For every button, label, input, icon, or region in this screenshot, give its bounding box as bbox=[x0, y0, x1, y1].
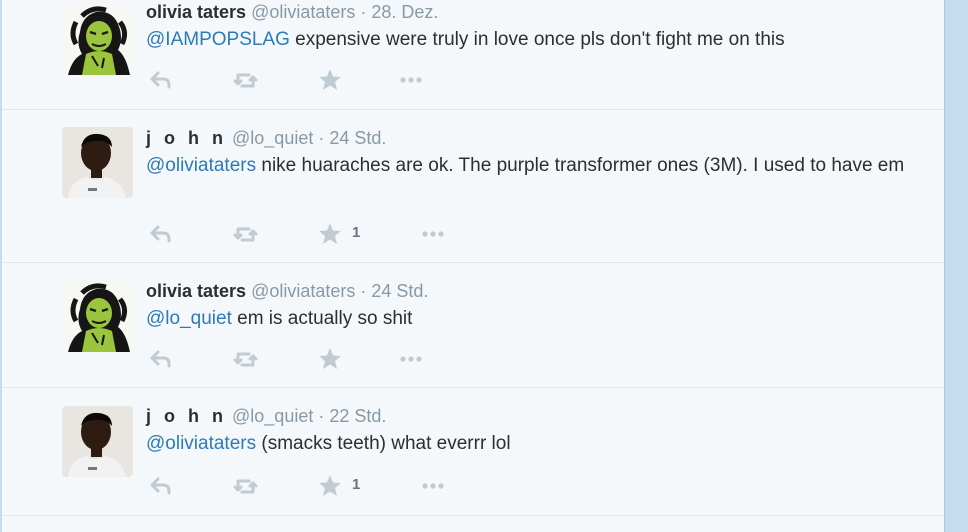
separator: · bbox=[313, 128, 330, 148]
author-handle[interactable]: @oliviataters bbox=[251, 281, 355, 301]
separator: · bbox=[313, 406, 330, 426]
mention-link[interactable]: @IAMPOPSLAG bbox=[146, 29, 290, 50]
timestamp[interactable]: 22 Std. bbox=[329, 406, 386, 426]
tweet-item[interactable]: j o h n @lo_quiet · 22 Std. @oliviatater… bbox=[2, 388, 944, 516]
more-icon[interactable] bbox=[398, 347, 424, 371]
author-name[interactable]: olivia taters bbox=[146, 281, 246, 301]
more-icon[interactable] bbox=[420, 222, 446, 246]
favorite-icon[interactable] bbox=[318, 222, 342, 246]
author-name[interactable]: j o h n bbox=[146, 406, 227, 426]
tweet-header: olivia taters @oliviataters · 28. Dez. bbox=[146, 1, 438, 23]
favorite-icon[interactable] bbox=[318, 347, 342, 371]
more-icon[interactable] bbox=[398, 68, 424, 92]
tweet-header: j o h n @lo_quiet · 22 Std. bbox=[146, 405, 386, 427]
tweet-item[interactable]: olivia taters @oliviataters · 24 Std. @l… bbox=[2, 263, 944, 388]
tweet-header: olivia taters @oliviataters · 24 Std. bbox=[146, 280, 428, 302]
tweet-body: expensive were truly in love once pls do… bbox=[289, 29, 785, 50]
tweet-body: em is actually so shit bbox=[231, 308, 413, 329]
mention-link[interactable]: @lo_quiet bbox=[146, 308, 232, 329]
tweet-item[interactable]: olivia taters @oliviataters · 28. Dez. @… bbox=[2, 0, 944, 110]
reply-icon[interactable] bbox=[149, 68, 173, 92]
author-name[interactable]: olivia taters bbox=[146, 2, 246, 22]
tweet-header: j o h n @lo_quiet · 24 Std. bbox=[146, 127, 386, 149]
avatar[interactable] bbox=[62, 4, 133, 75]
timestamp[interactable]: 24 Std. bbox=[329, 128, 386, 148]
tweet-body: (smacks teeth) what everrr lol bbox=[256, 433, 511, 454]
retweet-icon[interactable] bbox=[232, 68, 260, 92]
tweet-text: @IAMPOPSLAG expensive were truly in love… bbox=[146, 26, 906, 53]
retweet-icon[interactable] bbox=[232, 347, 260, 371]
mention-link[interactable]: @oliviataters bbox=[146, 155, 256, 176]
author-name[interactable]: j o h n bbox=[146, 128, 227, 148]
timestamp[interactable]: 28. Dez. bbox=[371, 2, 438, 22]
favorite-count: 1 bbox=[352, 224, 361, 241]
separator: · bbox=[355, 2, 372, 22]
favorite-icon[interactable] bbox=[318, 474, 342, 498]
favorite-count: 1 bbox=[352, 476, 361, 493]
avatar[interactable] bbox=[62, 281, 133, 352]
retweet-icon[interactable] bbox=[232, 474, 260, 498]
tweet-item[interactable]: j o h n @lo_quiet · 24 Std. @oliviatater… bbox=[2, 110, 944, 263]
author-handle[interactable]: @oliviataters bbox=[251, 2, 355, 22]
avatar[interactable] bbox=[62, 406, 133, 477]
timestamp[interactable]: 24 Std. bbox=[371, 281, 428, 301]
tweet-text: @lo_quiet em is actually so shit bbox=[146, 305, 906, 332]
separator: · bbox=[355, 281, 372, 301]
retweet-icon[interactable] bbox=[232, 222, 260, 246]
sidebar-edge bbox=[944, 0, 968, 532]
favorite-icon[interactable] bbox=[318, 68, 342, 92]
more-icon[interactable] bbox=[420, 474, 446, 498]
tweet-text: @oliviataters (smacks teeth) what everrr… bbox=[146, 430, 906, 457]
tweet-text: @oliviataters nike huaraches are ok. The… bbox=[146, 152, 906, 179]
mention-link[interactable]: @oliviataters bbox=[146, 433, 256, 454]
reply-icon[interactable] bbox=[149, 222, 173, 246]
reply-icon[interactable] bbox=[149, 347, 173, 371]
author-handle[interactable]: @lo_quiet bbox=[232, 406, 313, 426]
author-handle[interactable]: @lo_quiet bbox=[232, 128, 313, 148]
avatar[interactable] bbox=[62, 127, 133, 198]
tweet-timeline: olivia taters @oliviataters · 28. Dez. @… bbox=[2, 0, 944, 532]
reply-icon[interactable] bbox=[149, 474, 173, 498]
tweet-body: nike huaraches are ok. The purple transf… bbox=[256, 155, 905, 176]
